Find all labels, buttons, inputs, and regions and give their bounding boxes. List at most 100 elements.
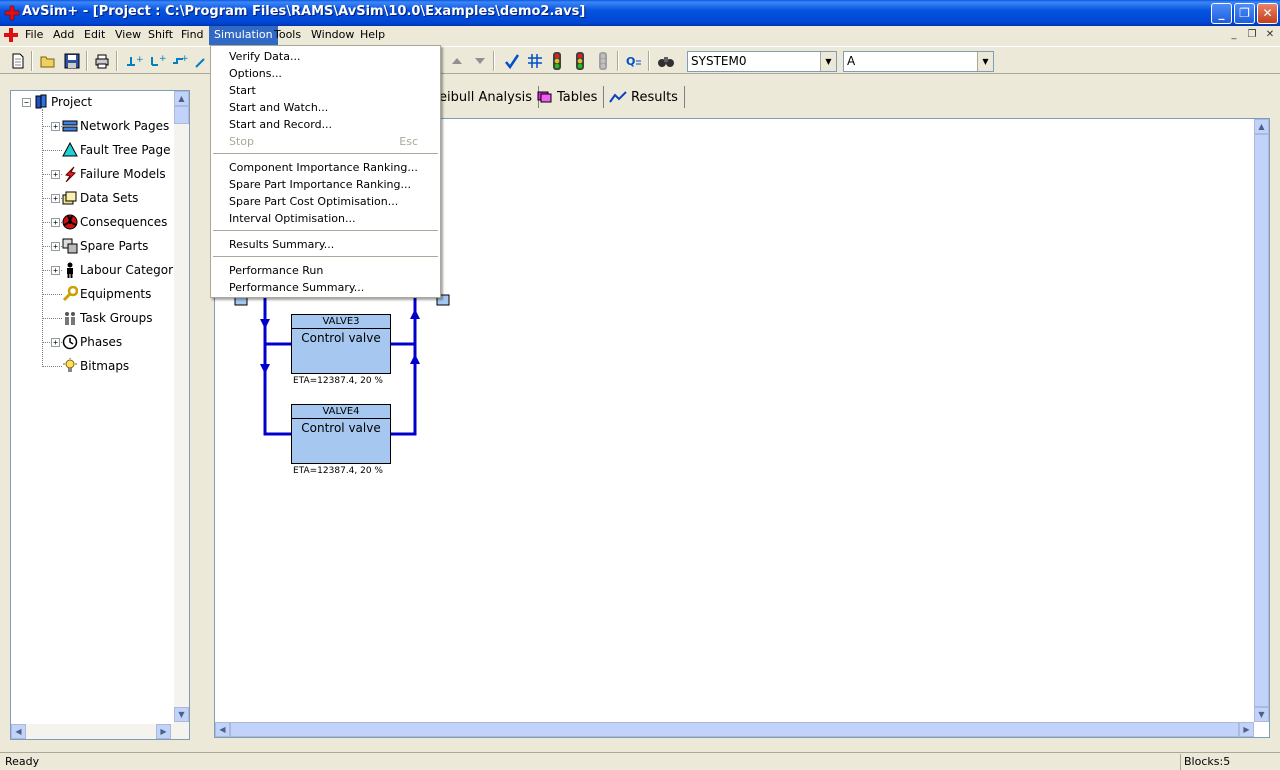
- menu-shift[interactable]: Shift: [143, 26, 178, 45]
- tree-item-spare-parts[interactable]: + Spare Parts: [51, 236, 148, 256]
- save-icon[interactable]: [62, 51, 82, 71]
- failure-models-icon: [62, 166, 78, 182]
- mdi-minimize-button[interactable]: _: [1226, 28, 1242, 42]
- tree-item-failure-models[interactable]: + Failure Models: [51, 164, 166, 184]
- menu-item-start-and-record[interactable]: Start and Record...: [211, 116, 440, 133]
- move-up-icon[interactable]: [447, 51, 467, 71]
- expand-icon[interactable]: +: [51, 193, 60, 203]
- canvas-horizontal-scrollbar[interactable]: ◀ ▶: [215, 722, 1254, 737]
- tree-item-labour-categories[interactable]: + Labour Categori: [51, 260, 176, 280]
- mdi-close-button[interactable]: ✕: [1262, 28, 1278, 42]
- close-button[interactable]: ✕: [1257, 3, 1278, 24]
- expand-icon[interactable]: +: [51, 217, 60, 227]
- print-icon[interactable]: [92, 51, 112, 71]
- menu-window[interactable]: Window: [306, 26, 359, 45]
- tree-item-label: Network Pages: [80, 119, 170, 133]
- menu-item-performance-run[interactable]: Performance Run: [211, 262, 440, 279]
- menu-view[interactable]: View: [110, 26, 146, 45]
- tree-vertical-scrollbar[interactable]: ▲ ▼: [174, 91, 189, 724]
- system-select-value: SYSTEM0: [691, 54, 747, 68]
- network-pages-icon: [62, 118, 78, 134]
- tab-results[interactable]: Results: [603, 86, 685, 108]
- project-tree[interactable]: − Project + Network Pages Fault Tree Pag…: [10, 90, 190, 740]
- scroll-thumb[interactable]: [230, 722, 1239, 737]
- block-valve3[interactable]: VALVE3 Control valve: [291, 314, 391, 374]
- scroll-up-icon[interactable]: ▲: [174, 91, 189, 106]
- scroll-left-icon[interactable]: ◀: [11, 724, 26, 739]
- tree-item-consequences[interactable]: + Consequences: [51, 212, 167, 232]
- scroll-down-icon[interactable]: ▼: [1254, 707, 1269, 722]
- chevron-down-icon[interactable]: ▼: [977, 52, 993, 71]
- tree-item-bitmaps[interactable]: Bitmaps: [62, 356, 129, 376]
- scroll-thumb[interactable]: [174, 106, 189, 124]
- scroll-right-icon[interactable]: ▶: [156, 724, 171, 739]
- tree-horizontal-scrollbar[interactable]: ◀ ▶: [11, 724, 189, 739]
- tree-item-phases[interactable]: + Phases: [51, 332, 122, 352]
- restore-button[interactable]: ❐: [1234, 3, 1255, 24]
- tree-item-data-sets[interactable]: + Data Sets: [51, 188, 138, 208]
- expand-icon[interactable]: +: [51, 169, 60, 179]
- collapse-icon[interactable]: −: [22, 97, 31, 107]
- add-node-icon[interactable]: +: [147, 51, 167, 71]
- tab-tables[interactable]: Tables: [531, 86, 605, 108]
- fault-tree-icon: [62, 142, 78, 158]
- mdi-restore-button[interactable]: ❐: [1244, 28, 1260, 42]
- menu-tools[interactable]: Tools: [269, 26, 306, 45]
- menu-item-verify-data[interactable]: Verify Data...: [211, 48, 440, 65]
- traffic-light-stop-icon[interactable]: [593, 51, 613, 71]
- svg-text:+: +: [181, 54, 189, 64]
- traffic-light-go-icon[interactable]: [547, 51, 567, 71]
- traffic-light-watch-icon[interactable]: [570, 51, 590, 71]
- tree-item-project[interactable]: − Project: [22, 92, 92, 112]
- new-file-icon[interactable]: [8, 51, 28, 71]
- add-link-icon[interactable]: +: [170, 51, 190, 71]
- chevron-down-icon[interactable]: ▼: [820, 52, 836, 71]
- tab-weibull-analysis[interactable]: eibull Analysis: [433, 86, 540, 108]
- status-text: Ready: [5, 755, 40, 768]
- open-folder-icon[interactable]: [38, 51, 58, 71]
- menu-item-stop[interactable]: Stop Esc: [211, 133, 440, 150]
- menu-item-performance-summary[interactable]: Performance Summary...: [211, 279, 440, 296]
- tree-item-equipments[interactable]: Equipments: [62, 284, 151, 304]
- menu-item-interval-optimisation[interactable]: Interval Optimisation...: [211, 210, 440, 227]
- menu-add[interactable]: Add: [48, 26, 79, 45]
- menu-item-start[interactable]: Start: [211, 82, 440, 99]
- menu-item-options[interactable]: Options...: [211, 65, 440, 82]
- menu-simulation[interactable]: Simulation: [209, 26, 278, 45]
- tree-item-fault-tree-page[interactable]: Fault Tree Page: [62, 140, 170, 160]
- scroll-right-icon[interactable]: ▶: [1239, 722, 1254, 737]
- menu-item-start-and-watch[interactable]: Start and Watch...: [211, 99, 440, 116]
- add-block-icon[interactable]: +: [124, 51, 144, 71]
- move-down-icon[interactable]: [470, 51, 490, 71]
- scroll-up-icon[interactable]: ▲: [1254, 119, 1269, 134]
- menu-item-spare-part-cost[interactable]: Spare Part Cost Optimisation...: [211, 193, 440, 210]
- system-select[interactable]: SYSTEM0 ▼: [687, 51, 837, 72]
- block-valve4[interactable]: VALVE4 Control valve: [291, 404, 391, 464]
- menu-edit[interactable]: Edit: [79, 26, 110, 45]
- menu-file[interactable]: File: [20, 26, 48, 45]
- grid-icon[interactable]: [525, 51, 545, 71]
- expand-icon[interactable]: +: [51, 121, 60, 131]
- expand-icon[interactable]: +: [51, 265, 60, 275]
- minimize-button[interactable]: _: [1211, 3, 1232, 24]
- scroll-thumb[interactable]: [1254, 134, 1269, 707]
- canvas-vertical-scrollbar[interactable]: ▲ ▼: [1254, 119, 1269, 722]
- tree-item-task-groups[interactable]: Task Groups: [62, 308, 153, 328]
- verify-check-icon[interactable]: [502, 51, 522, 71]
- document-icon[interactable]: [3, 27, 19, 43]
- scroll-down-icon[interactable]: ▼: [174, 707, 189, 722]
- menu-item-spare-part-importance[interactable]: Spare Part Importance Ranking...: [211, 176, 440, 193]
- menu-help[interactable]: Help: [355, 26, 390, 45]
- tree-item-network-pages[interactable]: + Network Pages: [51, 116, 169, 136]
- menu-separator: [213, 256, 438, 258]
- query-icon[interactable]: Q: [624, 51, 644, 71]
- expand-icon[interactable]: +: [51, 241, 60, 251]
- binoculars-icon[interactable]: [656, 51, 676, 71]
- expand-icon[interactable]: +: [51, 337, 60, 347]
- menu-item-component-importance[interactable]: Component Importance Ranking...: [211, 159, 440, 176]
- scroll-left-icon[interactable]: ◀: [215, 722, 230, 737]
- menu-item-results-summary[interactable]: Results Summary...: [211, 236, 440, 253]
- phase-select[interactable]: A ▼: [843, 51, 994, 72]
- menu-find[interactable]: Find: [176, 26, 209, 45]
- tree-item-label: Bitmaps: [80, 359, 130, 373]
